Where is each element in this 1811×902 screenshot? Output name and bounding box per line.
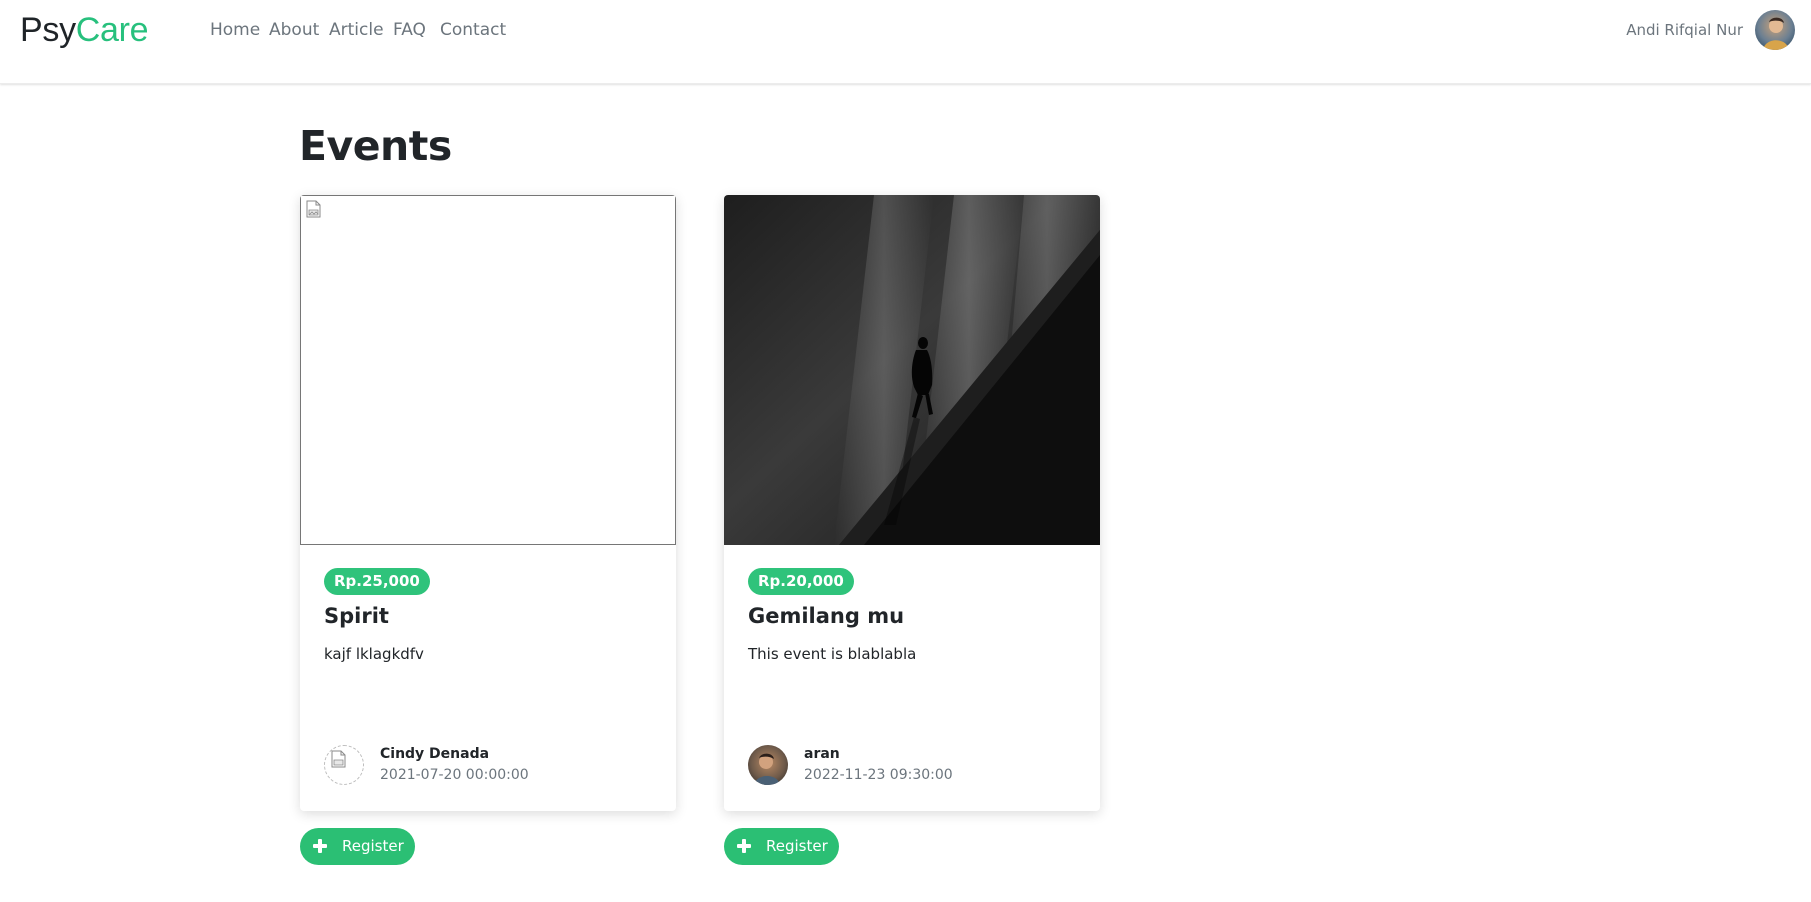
brand-psy: Psy [20, 11, 76, 49]
silhouette-photo [724, 195, 1100, 545]
event-image [300, 195, 676, 545]
user-avatar[interactable] [1755, 10, 1795, 50]
register-label: Register [766, 837, 828, 855]
author-name: Cindy Denada [380, 746, 490, 762]
price-badge: Rp.20,000 [748, 568, 854, 595]
page-title: Events [299, 122, 452, 170]
register-label: Register [342, 837, 404, 855]
register-button[interactable]: Register [724, 828, 839, 865]
broken-image-icon [331, 750, 346, 768]
top-navbar: PsyCare Home About Article FAQ Contact A… [0, 0, 1811, 84]
event-title[interactable]: Gemilang mu [748, 602, 904, 630]
nav-contact-link[interactable]: Contact [440, 18, 506, 42]
plus-icon [312, 838, 328, 854]
event-date: 2021-07-20 00:00:00 [380, 767, 529, 783]
event-description: This event is blablabla [748, 645, 917, 663]
author-avatar [748, 745, 788, 785]
event-date: 2022-11-23 09:30:00 [804, 767, 953, 783]
nav-article-link[interactable]: Article [329, 18, 384, 42]
event-card: Rp.20,000 Gemilang mu This event is blab… [724, 195, 1100, 811]
author-photo-icon [748, 745, 788, 785]
plus-icon [736, 838, 752, 854]
author-avatar [324, 745, 364, 785]
nav-about-link[interactable]: About [269, 18, 319, 42]
user-avatar-icon [1755, 10, 1795, 50]
brand-care: Care [75, 11, 149, 49]
nav-faq-link[interactable]: FAQ [393, 18, 426, 42]
user-name[interactable]: Andi Rifqial Nur [1626, 19, 1743, 41]
broken-image-icon [306, 200, 321, 218]
event-image [724, 195, 1100, 545]
author-name: aran [804, 746, 840, 762]
event-card: Rp.25,000 Spirit kajf lklagkdfv Cindy De… [300, 195, 676, 811]
nav-home-link[interactable]: Home [210, 18, 260, 42]
brand-logo[interactable]: PsyCare [20, 10, 149, 50]
price-badge: Rp.25,000 [324, 568, 430, 595]
register-button[interactable]: Register [300, 828, 415, 865]
event-title[interactable]: Spirit [324, 602, 389, 630]
event-description: kajf lklagkdfv [324, 645, 424, 663]
